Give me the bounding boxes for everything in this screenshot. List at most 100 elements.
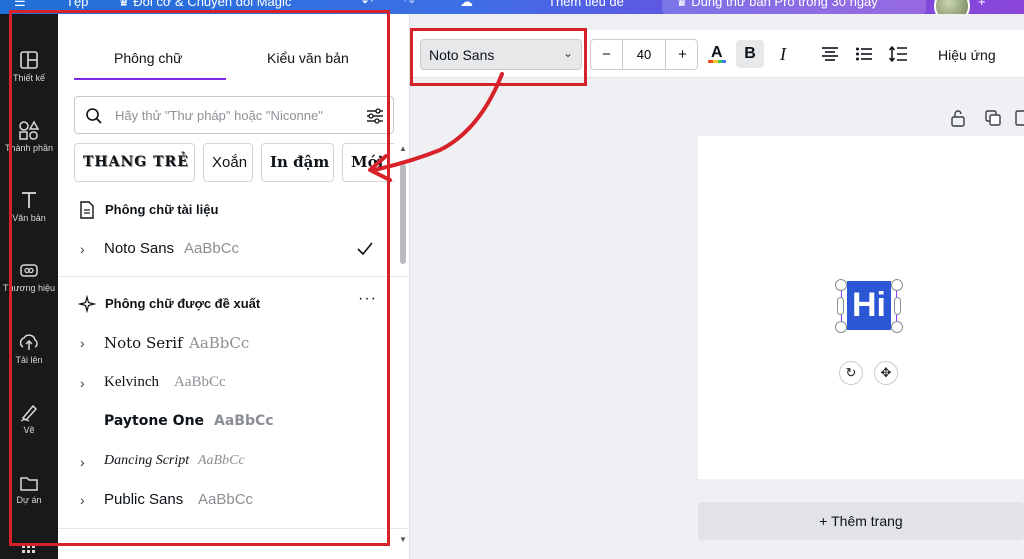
chevron-down-icon: ⌄ bbox=[562, 46, 573, 60]
add-page-button[interactable]: + Thêm trang bbox=[698, 502, 1024, 540]
font-row-kelvinch[interactable]: › Kelvinch AaBbCc bbox=[78, 367, 388, 401]
rail-item-projects[interactable]: Dự án bbox=[0, 474, 58, 505]
undo-icon[interactable]: ↶ bbox=[362, 0, 373, 10]
chevron-right-icon[interactable]: › bbox=[80, 375, 85, 391]
add-page-icon[interactable] bbox=[1014, 109, 1024, 127]
bold-button[interactable]: B bbox=[736, 40, 764, 68]
grid-icon bbox=[22, 545, 35, 553]
rail-item-uploads[interactable]: Tải lên bbox=[0, 332, 58, 365]
document-title[interactable]: Thêm tiêu đề bbox=[548, 0, 624, 9]
chip-in-dam[interactable]: In đậm bbox=[261, 143, 334, 182]
rail-item-brand[interactable]: Thương hiệu bbox=[0, 260, 58, 293]
list-icon bbox=[856, 47, 872, 61]
font-row-paytone-one[interactable]: Paytone One AaBbCc bbox=[78, 406, 388, 440]
font-category-chips: THANG TRẺ Xoắn In đậm Mới bbox=[74, 143, 394, 183]
scroll-down-icon[interactable]: ▼ bbox=[399, 535, 407, 544]
text-color-icon: A bbox=[708, 44, 726, 63]
font-sample: AaBbCc bbox=[198, 491, 254, 508]
avatar[interactable] bbox=[934, 0, 970, 14]
resize-handle[interactable] bbox=[891, 279, 903, 291]
resize-handle[interactable] bbox=[835, 321, 847, 333]
font-family-select[interactable]: Noto Sans ⌄ bbox=[420, 39, 582, 70]
brand-icon bbox=[20, 264, 38, 277]
decrease-size-button[interactable]: − bbox=[591, 40, 622, 69]
redo-icon[interactable]: ↷ bbox=[404, 0, 415, 10]
tab-fonts[interactable]: Phông chữ bbox=[114, 50, 183, 66]
font-sample: AaBbCc bbox=[184, 240, 240, 257]
font-name: Paytone One bbox=[104, 413, 205, 429]
rail-label: Văn bản bbox=[12, 213, 46, 223]
add-collaborator-icon[interactable]: + bbox=[978, 0, 986, 9]
layout-icon bbox=[20, 51, 38, 69]
resize-handle[interactable] bbox=[891, 321, 903, 333]
magic-resize-button[interactable]: ♛ Đổi cỡ & Chuyển đổi Magic bbox=[118, 0, 291, 10]
more-options-icon[interactable]: ··· bbox=[358, 290, 377, 308]
text-color-button[interactable]: A bbox=[703, 40, 731, 68]
align-button[interactable] bbox=[816, 40, 844, 68]
section-document-fonts: Phông chữ tài liệu bbox=[105, 202, 219, 217]
rail-item-design[interactable]: Thiết kế bbox=[0, 50, 58, 83]
font-select-value: Noto Sans bbox=[429, 47, 495, 63]
font-name: Public Sans bbox=[104, 491, 184, 508]
menu-icon[interactable]: ☰ bbox=[14, 0, 26, 10]
filter-icon[interactable] bbox=[365, 107, 385, 125]
active-tab-indicator bbox=[74, 78, 226, 80]
document-icon bbox=[80, 201, 94, 219]
rotate-icon[interactable]: ↻ bbox=[839, 361, 863, 385]
font-row-dancing-script[interactable]: › Dancing Script AaBbCc bbox=[78, 446, 388, 480]
panel-scrollbar[interactable]: ▲ ▼ bbox=[398, 144, 408, 545]
file-menu[interactable]: Tệp bbox=[66, 0, 88, 9]
rail-item-text[interactable]: Văn bản bbox=[0, 190, 58, 223]
italic-button[interactable]: I bbox=[769, 40, 797, 68]
tab-text-styles[interactable]: Kiểu văn bản bbox=[267, 50, 349, 66]
effects-button[interactable]: Hiệu ứng bbox=[938, 47, 996, 63]
chevron-right-icon[interactable]: › bbox=[80, 454, 85, 470]
spacing-button[interactable] bbox=[884, 40, 912, 68]
chevron-right-icon[interactable]: › bbox=[80, 335, 85, 351]
chip-moi[interactable]: Mới bbox=[342, 143, 394, 182]
move-icon[interactable]: ✥ bbox=[874, 361, 898, 385]
font-search-input[interactable]: Hãy thử "Thư pháp" hoặc "Niconne" bbox=[74, 96, 394, 134]
resize-handle[interactable] bbox=[835, 279, 847, 291]
list-button[interactable] bbox=[850, 40, 878, 68]
text-element[interactable]: Hi bbox=[847, 281, 891, 330]
rail-label: Thương hiệu bbox=[3, 283, 55, 293]
side-handle[interactable] bbox=[894, 297, 901, 315]
folder-icon bbox=[20, 477, 38, 491]
font-row-noto-serif[interactable]: › Noto Serif AaBbCc bbox=[78, 327, 388, 361]
search-placeholder: Hãy thử "Thư pháp" hoặc "Niconne" bbox=[115, 108, 323, 123]
crown-icon: ♛ bbox=[676, 0, 692, 9]
lock-icon[interactable] bbox=[950, 109, 966, 127]
upload-icon bbox=[19, 334, 38, 350]
font-size-input[interactable]: 40 bbox=[622, 40, 666, 69]
sparkle-icon bbox=[78, 295, 96, 313]
panel-tabs: Phông chữ Kiểu văn bản bbox=[74, 44, 394, 82]
font-sample: AaBbCc bbox=[174, 374, 226, 390]
shapes-icon bbox=[19, 120, 40, 140]
duplicate-icon[interactable] bbox=[984, 109, 1002, 127]
pro-trial-text: Dùng thử bản Pro trong 30 ngày bbox=[691, 0, 878, 9]
font-sample: AaBbCc bbox=[189, 334, 250, 352]
chip-xoan[interactable]: Xoắn bbox=[203, 143, 253, 182]
text-toolbar: Noto Sans ⌄ − 40 + A B I Hiệu ứng bbox=[410, 30, 1024, 78]
scroll-thumb[interactable] bbox=[400, 164, 406, 264]
rail-item-elements[interactable]: Thành phần bbox=[0, 120, 58, 153]
chevron-right-icon[interactable]: › bbox=[80, 492, 85, 508]
rail-item-draw[interactable]: Vẽ bbox=[0, 402, 58, 435]
increase-size-button[interactable]: + bbox=[667, 40, 698, 69]
scroll-up-icon[interactable]: ▲ bbox=[399, 144, 407, 153]
page-actions bbox=[946, 108, 1024, 128]
rail-label: Thiết kế bbox=[12, 73, 45, 83]
font-name: Kelvinch bbox=[104, 374, 159, 390]
font-row-public-sans[interactable]: › Public Sans AaBbCc bbox=[78, 484, 388, 518]
cloud-saved-icon: ☁ bbox=[460, 0, 473, 9]
font-size-stepper: − 40 + bbox=[590, 39, 698, 70]
text-icon bbox=[22, 192, 36, 208]
font-name: Dancing Script bbox=[104, 453, 190, 468]
apps-grid-icon[interactable] bbox=[0, 544, 58, 558]
font-row-noto-sans[interactable]: › Noto Sans AaBbCc bbox=[78, 233, 388, 267]
side-handle[interactable] bbox=[837, 297, 844, 315]
left-rail: Thiết kế Thành phần Văn bản Thương hiệu … bbox=[0, 14, 58, 559]
chip-thang-tre[interactable]: THANG TRẺ bbox=[74, 143, 195, 182]
chevron-right-icon[interactable]: › bbox=[80, 241, 85, 257]
